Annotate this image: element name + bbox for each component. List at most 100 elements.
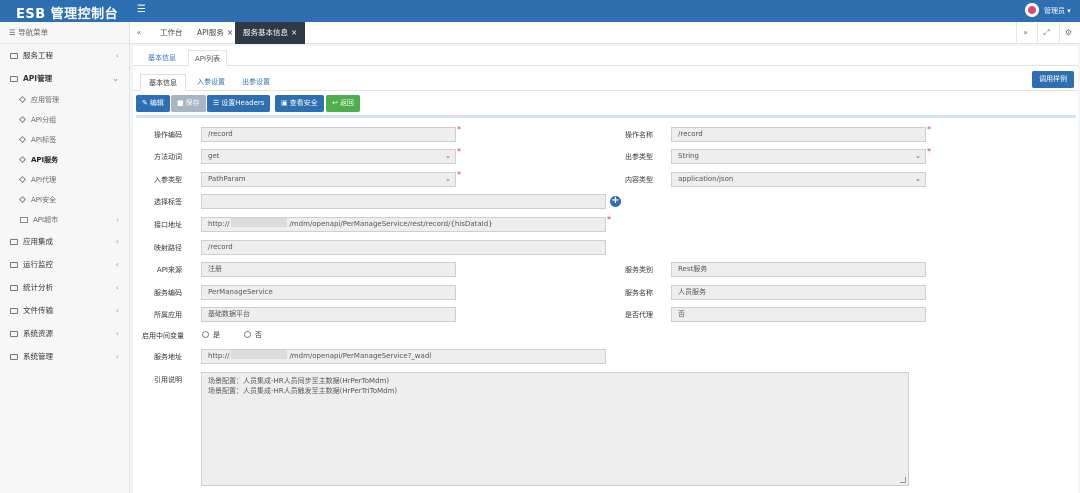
api-source-label: API来源 bbox=[156, 266, 182, 274]
sidebar-sub-api-security[interactable]: API安全 bbox=[0, 190, 129, 210]
sidebar-sub-api-service[interactable]: API服务 bbox=[0, 150, 129, 170]
tab-input-params[interactable]: 入参设置 bbox=[189, 74, 233, 91]
op-name-label: 操作名称 bbox=[625, 131, 653, 139]
api-url-suffix: /mdm/openapi/PerManageService/rest/recor… bbox=[289, 220, 493, 228]
inner-tab-bar: 基本信息 入参设置 出参设置 bbox=[133, 71, 1078, 91]
svc-category-field[interactable]: Rest服务 bbox=[671, 262, 926, 277]
sidebar-sub-api-market[interactable]: API超市 ‹ bbox=[0, 210, 129, 230]
tab-basic-info[interactable]: 基本信息 bbox=[140, 74, 186, 91]
required-mark: * bbox=[927, 147, 931, 156]
map-path-field[interactable]: /record bbox=[201, 240, 606, 255]
svc-category-label: 服务类别 bbox=[625, 266, 653, 274]
chevron-down-icon: ⌄ bbox=[112, 74, 119, 83]
svc-name-field[interactable]: 人员服务 bbox=[671, 285, 926, 300]
back-button[interactable]: ↩ 返回 bbox=[326, 95, 360, 112]
resize-grip-icon[interactable] bbox=[900, 477, 906, 483]
call-example-button[interactable]: 调用样例 bbox=[1032, 71, 1074, 88]
tags-field[interactable] bbox=[201, 194, 606, 209]
edit-button[interactable]: ✎ 编辑 bbox=[136, 95, 170, 112]
chevron-down-icon: ⌄ bbox=[915, 152, 921, 160]
method-select[interactable]: get ⌄ bbox=[201, 149, 456, 164]
op-name-field[interactable]: /record bbox=[671, 127, 926, 142]
sidebar-item-service-project[interactable]: 服务工程 ‹ bbox=[0, 44, 129, 67]
subtab-api-list[interactable]: API列表 bbox=[188, 50, 228, 66]
in-type-select[interactable]: PathParam ⌄ bbox=[201, 172, 456, 187]
sidebar-item-runtime-monitor[interactable]: 运行监控 ‹ bbox=[0, 253, 129, 276]
required-mark: * bbox=[457, 170, 461, 179]
chevron-left-icon: ‹ bbox=[115, 352, 119, 361]
sidebar-header: ☰ 导航菜单 bbox=[0, 22, 129, 44]
close-icon[interactable]: × bbox=[291, 28, 297, 37]
chevron-left-icon: ‹ bbox=[115, 283, 119, 292]
subtab-bar: 基本信息 API列表 bbox=[133, 46, 1078, 66]
list-icon: ☰ bbox=[213, 99, 220, 107]
sidebar-sub-api-proxy[interactable]: API代理 bbox=[0, 170, 129, 190]
content-type-select[interactable]: application/json ⌄ bbox=[671, 172, 926, 187]
user-menu[interactable]: 管理员 ▾ bbox=[1044, 6, 1071, 16]
set-headers-button[interactable]: ☰ 设置Headers bbox=[207, 95, 271, 112]
close-icon[interactable]: × bbox=[227, 28, 233, 37]
app-label: 所属应用 bbox=[154, 311, 182, 319]
required-mark: * bbox=[457, 125, 461, 134]
tab-workbench[interactable]: 工作台 bbox=[152, 22, 191, 44]
api-source-field[interactable]: 注册 bbox=[201, 262, 456, 277]
desc-textarea[interactable]: 场景配置：人员集成-HR人员同步至主数据(HrPerToMdm) 场景配置：人员… bbox=[201, 372, 909, 486]
chevron-left-icon: ‹ bbox=[115, 329, 119, 338]
fullscreen-icon[interactable]: ⤢ bbox=[1037, 22, 1055, 44]
view-security-label: 查看安全 bbox=[289, 99, 318, 107]
tab-service-basic-info[interactable]: 服务基本信息 × bbox=[235, 22, 306, 44]
window-icon: ▣ bbox=[281, 99, 288, 107]
sidebar-item-label: 服务工程 bbox=[23, 51, 53, 60]
sidebar-item-file-transfer[interactable]: 文件传输 ‹ bbox=[0, 299, 129, 322]
radio-no[interactable]: 否 bbox=[244, 330, 262, 340]
api-url-prefix: http:// bbox=[208, 220, 230, 228]
api-url-field[interactable]: http:// /mdm/openapi/PerManageService/res… bbox=[201, 217, 606, 232]
sidebar-item-label: 运行监控 bbox=[23, 260, 53, 269]
sidebar-item-system-resource[interactable]: 系统资源 ‹ bbox=[0, 322, 129, 345]
sidebar-sub-label: API服务 bbox=[31, 156, 59, 164]
is-proxy-field[interactable]: 否 bbox=[671, 307, 926, 322]
add-tag-icon[interactable]: + bbox=[610, 196, 621, 207]
out-type-select[interactable]: String ⌄ bbox=[671, 149, 926, 164]
save-button[interactable]: ■ 保存 bbox=[171, 95, 206, 112]
folder-icon bbox=[10, 53, 18, 59]
subtab-basic-info[interactable]: 基本信息 bbox=[142, 50, 182, 66]
radio-yes[interactable]: 是 bbox=[202, 330, 220, 340]
tab-scroll-left-icon[interactable]: « bbox=[130, 22, 148, 44]
radio-yes-label: 是 bbox=[213, 331, 220, 339]
sidebar-sub-app-management[interactable]: 应用管理 bbox=[0, 90, 129, 110]
tab-api-service[interactable]: API服务 × bbox=[189, 22, 241, 44]
tag-icon bbox=[18, 95, 27, 104]
sidebar-sub-label: API分组 bbox=[31, 116, 57, 124]
gear-icon[interactable]: ⚙ bbox=[1059, 22, 1077, 44]
sidebar-item-system-management[interactable]: 系统管理 ‹ bbox=[0, 345, 129, 368]
sidebar-item-label: 统计分析 bbox=[23, 283, 53, 292]
sidebar-sub-api-group[interactable]: API分组 bbox=[0, 110, 129, 130]
svc-code-field[interactable]: PerManageService bbox=[201, 285, 456, 300]
is-proxy-label: 是否代理 bbox=[625, 311, 653, 319]
chevron-left-icon: ‹ bbox=[116, 216, 119, 224]
tab-scroll-right-icon[interactable]: » bbox=[1016, 22, 1034, 44]
redacted-host bbox=[231, 350, 288, 359]
radio-circle-icon bbox=[244, 331, 251, 338]
view-security-button[interactable]: ▣ 查看安全 bbox=[275, 95, 324, 112]
save-icon: ■ bbox=[177, 99, 184, 107]
tag-icon bbox=[18, 115, 27, 124]
sidebar-item-app-integration[interactable]: 应用集成 ‹ bbox=[0, 230, 129, 253]
svc-name-label: 服务名称 bbox=[625, 289, 653, 297]
chevron-left-icon: ‹ bbox=[115, 237, 119, 246]
sidebar-item-statistics[interactable]: 统计分析 ‹ bbox=[0, 276, 129, 299]
tab-output-params[interactable]: 出参设置 bbox=[234, 74, 278, 91]
svc-addr-field[interactable]: http:// /mdm/openapi/PerManageService?_wa… bbox=[201, 349, 606, 364]
sidebar-sub-api-tag[interactable]: API标签 bbox=[0, 130, 129, 150]
map-path-label: 映射路径 bbox=[154, 244, 182, 252]
menu-toggle-icon[interactable]: ☰ bbox=[137, 4, 146, 15]
sidebar-item-api-management[interactable]: API管理 ⌄ bbox=[0, 67, 129, 90]
app-field[interactable]: 基础数据平台 bbox=[201, 307, 456, 322]
op-code-field[interactable]: /record bbox=[201, 127, 456, 142]
chevron-down-icon: ⌄ bbox=[915, 175, 921, 183]
app-title: ESB 管理控制台 bbox=[16, 7, 119, 22]
in-type-value: PathParam bbox=[208, 175, 246, 183]
avatar[interactable] bbox=[1025, 3, 1039, 17]
folder-icon bbox=[10, 354, 18, 360]
